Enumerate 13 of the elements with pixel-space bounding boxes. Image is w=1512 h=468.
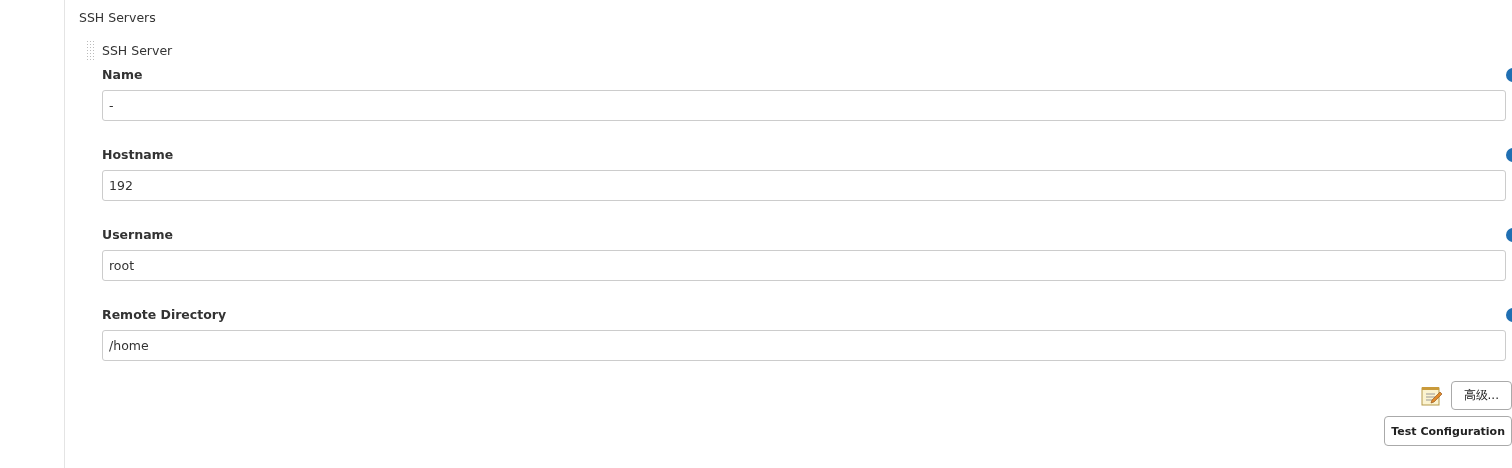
section-title: SSH Servers	[79, 10, 157, 25]
field-label: Remote Directory	[102, 307, 227, 322]
field-label: Hostname	[102, 147, 174, 162]
input-field[interactable]: 192	[102, 170, 1506, 201]
notepad-icon[interactable]	[1420, 385, 1443, 406]
input-field[interactable]: -	[102, 90, 1506, 121]
field-label: Name	[102, 67, 143, 82]
test-configuration-button[interactable]: Test Configuration	[1384, 416, 1512, 446]
advanced-button[interactable]: 高级...	[1450, 381, 1512, 410]
input-field[interactable]: /home	[102, 330, 1506, 361]
server-title: SSH Server	[102, 43, 174, 58]
input-field[interactable]: root	[102, 250, 1506, 281]
field-label: Username	[102, 227, 174, 242]
